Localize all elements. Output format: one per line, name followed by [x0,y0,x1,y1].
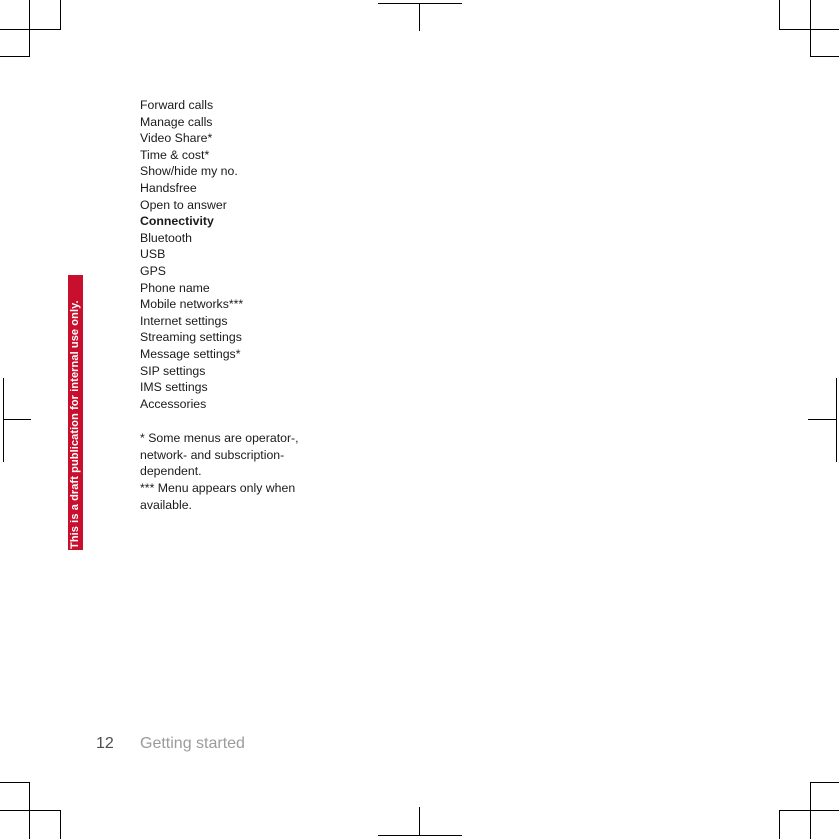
list-item: SIP settings [140,363,206,378]
page-footer: 12 Getting started [96,732,245,756]
list-item: Open to answer [140,197,227,212]
list-item: Message settings* [140,346,241,361]
crop-line-horizontal [378,835,462,836]
list-item: Handsfree [140,180,197,195]
crop-line-horizontal [3,419,31,420]
crop-line-horizontal [0,56,30,57]
crop-line-horizontal [810,782,839,783]
page-content: Forward calls Manage calls Video Share* … [140,97,470,513]
draft-stamp-label: This is a draft publication for internal… [69,300,81,549]
crop-line-horizontal [378,3,462,4]
footnote: * Some menus are operator-, network- and… [140,431,299,479]
list-item: Accessories [140,396,207,411]
crop-line-vertical [779,810,780,839]
list-item: Forward calls [140,98,214,112]
list-item: Manage calls [140,114,213,129]
crop-line-horizontal [808,419,836,420]
draft-publication-stamp: This is a draft publication for internal… [68,275,83,550]
printed-page: This is a draft publication for internal… [0,0,839,839]
crop-line-horizontal [810,56,839,57]
list-item: Mobile networks*** [140,297,244,312]
list-item: Show/hide my no. [140,164,238,179]
running-head-title: Getting started [140,735,245,752]
crop-line-vertical [60,0,61,30]
list-item: Phone name [140,280,210,295]
footnotes-block: * Some menus are operator-, network- and… [140,430,312,513]
list-item: USB [140,247,166,262]
menu-section-heading-connectivity: Connectivity [140,214,214,229]
crop-line-horizontal [779,29,839,30]
crop-line-vertical [779,0,780,30]
menu-overview-list: Forward calls Manage calls Video Share* … [140,97,470,412]
crop-line-vertical [3,378,4,462]
crop-line-vertical [60,810,61,839]
list-item: GPS [140,263,166,278]
list-item: Bluetooth [140,230,192,245]
list-item: IMS settings [140,380,208,395]
list-item: Time & cost* [140,147,210,162]
crop-line-horizontal [0,810,61,811]
list-item: Streaming settings [140,330,242,345]
list-item: Internet settings [140,313,228,328]
crop-line-horizontal [779,810,839,811]
crop-line-vertical [419,807,420,835]
crop-line-vertical [419,3,420,31]
page-number: 12 [96,735,114,752]
crop-line-vertical [836,378,837,462]
footnote: *** Menu appears only when available. [140,481,296,512]
crop-line-horizontal [0,782,30,783]
crop-line-horizontal [0,29,61,30]
list-item: Video Share* [140,131,213,146]
